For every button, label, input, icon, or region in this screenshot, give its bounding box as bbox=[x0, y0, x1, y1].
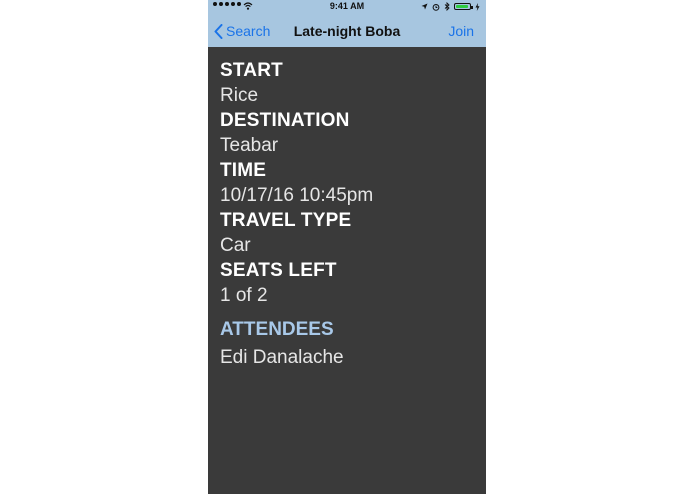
detail-destination: DESTINATION Teabar bbox=[220, 110, 480, 160]
bluetooth-icon bbox=[444, 2, 450, 11]
alarm-icon bbox=[432, 3, 440, 11]
detail-label: START bbox=[220, 60, 283, 81]
chevron-left-icon bbox=[214, 23, 223, 39]
battery-icon bbox=[454, 3, 473, 10]
status-icons bbox=[421, 2, 480, 11]
status-bar: 9:41 AM bbox=[208, 0, 486, 14]
detail-label: DESTINATION bbox=[220, 110, 350, 131]
detail-label: SEATS LEFT bbox=[220, 260, 337, 281]
detail-value: Teabar bbox=[220, 135, 279, 156]
detail-time: TIME 10/17/16 10:45pm bbox=[220, 160, 480, 210]
phone-screen: 9:41 AM Search Late-night Boba Join STAR… bbox=[208, 0, 486, 494]
back-button[interactable]: Search bbox=[214, 23, 270, 39]
navigation-bar: Search Late-night Boba Join bbox=[208, 14, 486, 47]
detail-start: START Rice bbox=[220, 60, 480, 110]
detail-value: Car bbox=[220, 235, 251, 256]
detail-label: TRAVEL TYPE bbox=[220, 210, 352, 231]
detail-travel-type: TRAVEL TYPE Car bbox=[220, 210, 480, 260]
attendees-heading: ATTENDEES bbox=[220, 319, 334, 340]
charging-icon bbox=[475, 2, 480, 11]
detail-value: 10/17/16 10:45pm bbox=[220, 185, 374, 206]
detail-value: 1 of 2 bbox=[220, 285, 268, 306]
detail-label: TIME bbox=[220, 160, 267, 181]
location-icon bbox=[421, 3, 428, 10]
join-button[interactable]: Join bbox=[448, 23, 474, 39]
back-button-label: Search bbox=[226, 23, 271, 39]
detail-value: Rice bbox=[220, 85, 259, 106]
attendee-name: Edi Danalache bbox=[220, 347, 344, 368]
detail-seats-left: SEATS LEFT 1 of 2 bbox=[220, 260, 480, 310]
trip-details: START Rice DESTINATION Teabar TIME 10/17… bbox=[220, 60, 480, 373]
